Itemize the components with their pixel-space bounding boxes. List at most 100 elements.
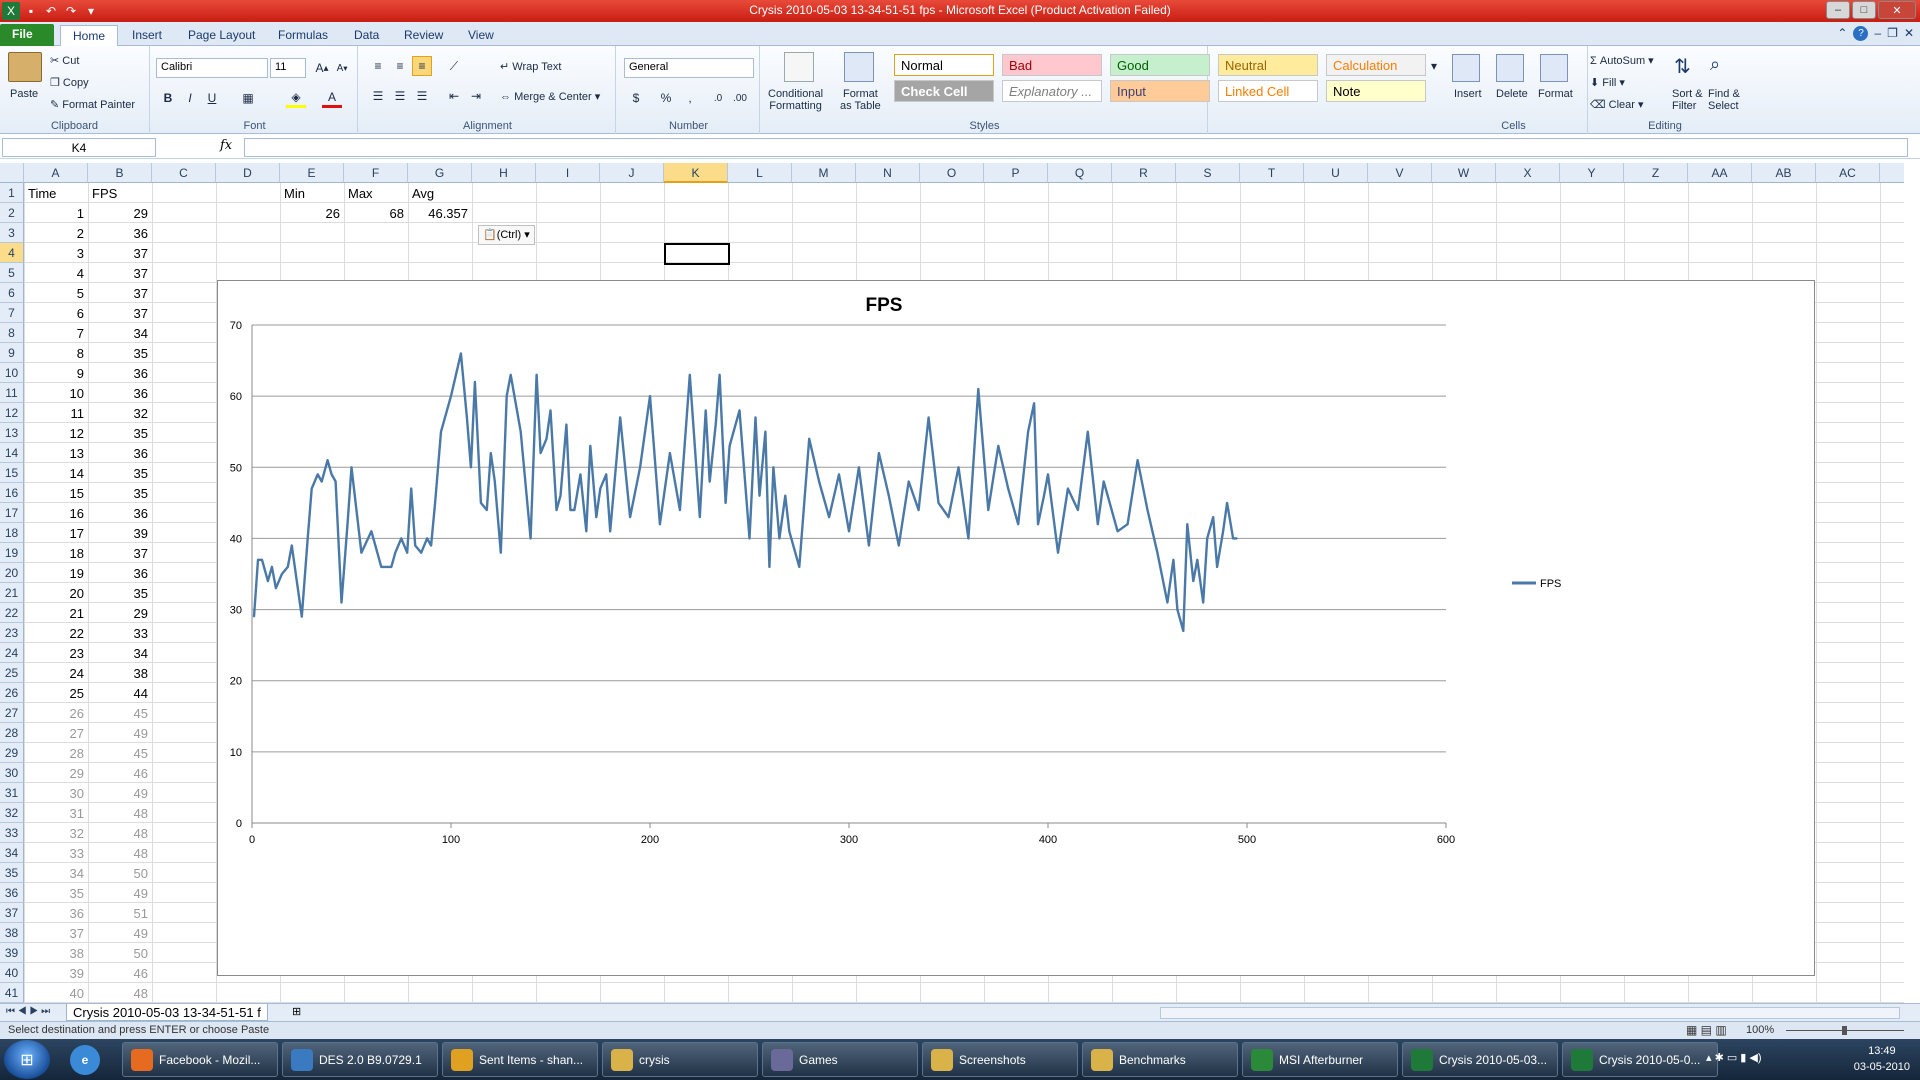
cell-time-4[interactable]: 3 (24, 243, 88, 263)
taskbar-item-3[interactable]: crysis (602, 1042, 758, 1077)
column-header-x[interactable]: X (1496, 163, 1560, 183)
column-header-v[interactable]: V (1368, 163, 1432, 183)
cell-time-22[interactable]: 21 (24, 603, 88, 623)
cell-time-7[interactable]: 6 (24, 303, 88, 323)
cell-fps-34[interactable]: 48 (88, 843, 152, 863)
column-header-q[interactable]: Q (1048, 163, 1112, 183)
paste-button[interactable]: Paste (10, 88, 38, 100)
borders-icon[interactable]: ▦ (238, 88, 258, 108)
cell-time-27[interactable]: 26 (24, 703, 88, 723)
column-header-u[interactable]: U (1304, 163, 1368, 183)
cell-time-34[interactable]: 33 (24, 843, 88, 863)
cell-fps-32[interactable]: 48 (88, 803, 152, 823)
cell-time-8[interactable]: 7 (24, 323, 88, 343)
cell-fps-15[interactable]: 35 (88, 463, 152, 483)
column-header-aa[interactable]: AA (1688, 163, 1752, 183)
row-header-1[interactable]: 1 (0, 183, 24, 203)
cell-time-3[interactable]: 2 (24, 223, 88, 243)
row-header-29[interactable]: 29 (0, 743, 24, 763)
cell-time-5[interactable]: 4 (24, 263, 88, 283)
maximize-button[interactable]: □ (1852, 1, 1876, 19)
accounting-format-icon[interactable]: $ (626, 88, 646, 108)
row-header-25[interactable]: 25 (0, 663, 24, 683)
style-note[interactable]: Note (1326, 80, 1426, 102)
cell-fps-25[interactable]: 38 (88, 663, 152, 683)
insert-sheet-icon[interactable]: ⊞ (292, 1005, 301, 1018)
cell-fps-41[interactable]: 48 (88, 983, 152, 1003)
taskbar-item-8[interactable]: Crysis 2010-05-03... (1402, 1042, 1558, 1077)
active-cell-k4[interactable] (664, 243, 730, 265)
cell-fps-23[interactable]: 33 (88, 623, 152, 643)
cell-fps-2[interactable]: 29 (88, 203, 152, 223)
row-header-11[interactable]: 11 (0, 383, 24, 403)
copy-button[interactable]: ❐ Copy (50, 76, 89, 89)
cell-time-38[interactable]: 37 (24, 923, 88, 943)
format-as-table-button[interactable]: Format as Table (840, 88, 881, 112)
tab-file[interactable]: File (0, 24, 54, 46)
cell-time-10[interactable]: 9 (24, 363, 88, 383)
cell-time-30[interactable]: 29 (24, 763, 88, 783)
header-avg[interactable]: Avg (408, 183, 438, 203)
percent-style-icon[interactable]: % (656, 88, 676, 108)
cell-time-2[interactable]: 1 (24, 203, 88, 223)
taskbar-item-2[interactable]: Sent Items - shan... (442, 1042, 598, 1077)
column-header-ac[interactable]: AC (1816, 163, 1880, 183)
taskbar-item-6[interactable]: Benchmarks (1082, 1042, 1238, 1077)
row-header-18[interactable]: 18 (0, 523, 24, 543)
cell-time-29[interactable]: 28 (24, 743, 88, 763)
column-header-j[interactable]: J (600, 163, 664, 183)
cell-time-18[interactable]: 17 (24, 523, 88, 543)
cell-fps-8[interactable]: 34 (88, 323, 152, 343)
autosum-button[interactable]: Σ AutoSum ▾ (1590, 54, 1654, 67)
cell-fps-21[interactable]: 35 (88, 583, 152, 603)
cell-time-16[interactable]: 15 (24, 483, 88, 503)
fill-button[interactable]: ⬇ Fill ▾ (1590, 76, 1625, 89)
cell-time-6[interactable]: 5 (24, 283, 88, 303)
cell-fps-31[interactable]: 49 (88, 783, 152, 803)
cell-time-36[interactable]: 35 (24, 883, 88, 903)
cell-time-14[interactable]: 13 (24, 443, 88, 463)
row-header-7[interactable]: 7 (0, 303, 24, 323)
name-box[interactable]: K4 (2, 138, 156, 157)
delete-button[interactable]: Delete (1496, 88, 1528, 100)
row-header-27[interactable]: 27 (0, 703, 24, 723)
cell-fps-22[interactable]: 29 (88, 603, 152, 623)
cell-time-33[interactable]: 32 (24, 823, 88, 843)
align-right-icon[interactable]: ☰ (412, 86, 432, 106)
row-header-8[interactable]: 8 (0, 323, 24, 343)
cell-fps-7[interactable]: 37 (88, 303, 152, 323)
column-header-t[interactable]: T (1240, 163, 1304, 183)
workbook-close-icon[interactable]: ✕ (1904, 26, 1914, 41)
format-cells-icon[interactable] (1540, 54, 1568, 82)
column-header-d[interactable]: D (216, 163, 280, 183)
max-value[interactable]: 68 (344, 203, 408, 223)
format-as-table-icon[interactable] (844, 52, 874, 82)
column-header-f[interactable]: F (344, 163, 408, 183)
italic-icon[interactable]: I (180, 88, 200, 108)
style-bad[interactable]: Bad (1002, 54, 1102, 76)
cell-fps-11[interactable]: 36 (88, 383, 152, 403)
cell-time-40[interactable]: 39 (24, 963, 88, 983)
style-linked-cell[interactable]: Linked Cell (1218, 80, 1318, 102)
format-painter-button[interactable]: ✎ Format Painter (50, 98, 135, 111)
row-header-38[interactable]: 38 (0, 923, 24, 943)
zoom-level[interactable]: 100% (1746, 1024, 1774, 1036)
decrease-decimal-icon[interactable]: .00 (730, 88, 750, 108)
row-header-32[interactable]: 32 (0, 803, 24, 823)
column-header-i[interactable]: I (536, 163, 600, 183)
row-header-12[interactable]: 12 (0, 403, 24, 423)
taskbar-item-7[interactable]: MSI Afterburner (1242, 1042, 1398, 1077)
help-icon[interactable]: ? (1853, 26, 1869, 41)
cell-fps-14[interactable]: 36 (88, 443, 152, 463)
column-header-m[interactable]: M (792, 163, 856, 183)
sort-filter-icon[interactable]: ⇅ (1674, 54, 1700, 80)
workbook-minimize-icon[interactable]: – (1874, 26, 1881, 41)
cell-fps-19[interactable]: 37 (88, 543, 152, 563)
column-header-g[interactable]: G (408, 163, 472, 183)
row-header-5[interactable]: 5 (0, 263, 24, 283)
header-fps[interactable]: FPS (88, 183, 121, 203)
header-min[interactable]: Min (280, 183, 309, 203)
column-header-a[interactable]: A (24, 163, 88, 183)
formula-input[interactable] (244, 138, 1908, 157)
insert-cells-icon[interactable] (1452, 54, 1480, 82)
